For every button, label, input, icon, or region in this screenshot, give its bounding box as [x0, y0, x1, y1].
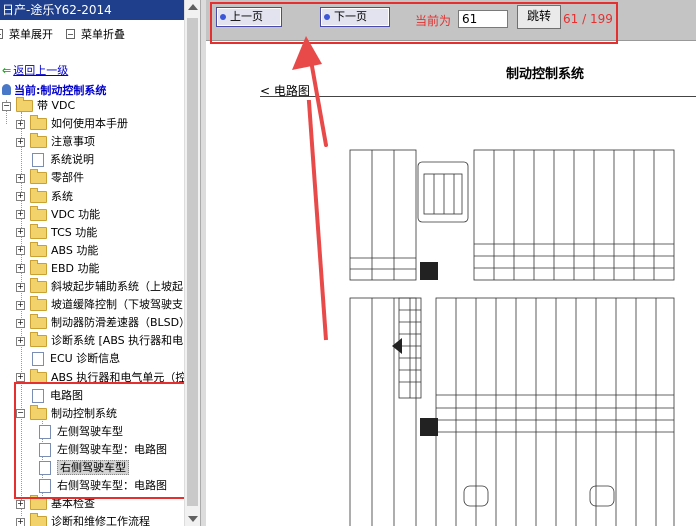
expand-plus-icon[interactable]: +	[16, 373, 25, 382]
tree-item[interactable]: + 斜坡起步辅助系统（上坡起	[16, 278, 183, 296]
expand-plus-icon[interactable]: +	[16, 264, 25, 274]
tree-item-label: 基本检查	[51, 497, 95, 511]
tree-item[interactable]: + 如何使用本手册	[16, 115, 128, 133]
tree-scrollbar[interactable]	[184, 0, 201, 526]
folder-icon	[30, 296, 47, 312]
expand-plus-icon[interactable]: +	[16, 336, 25, 346]
back-link[interactable]: ⇐ 返回上一级	[2, 62, 68, 78]
tree-item-label: 系统说明	[50, 153, 94, 167]
folder-icon	[30, 278, 47, 293]
folder-icon	[30, 314, 47, 330]
tree-item-label: ABS 功能	[51, 243, 99, 257]
expand-plus-icon[interactable]: +	[16, 282, 25, 292]
folder-icon	[30, 259, 47, 275]
tree-item-label: 诊断系统 [ABS 执行器和电	[51, 334, 184, 348]
back-arrow-icon: ⇐	[2, 64, 12, 77]
folder-icon	[30, 205, 47, 221]
tree-item-label: 零部件	[51, 171, 84, 185]
tree-item-label: 如何使用本手册	[51, 117, 128, 131]
tree-item[interactable]: + 零部件	[16, 169, 84, 187]
scroll-thumb[interactable]	[187, 18, 198, 506]
expand-icon	[0, 29, 3, 39]
folder-icon	[30, 115, 47, 131]
tree-item-label: EBD 功能	[51, 261, 100, 275]
document-icon	[32, 352, 44, 367]
expand-plus-icon[interactable]: +	[16, 119, 25, 129]
tree-item[interactable]: + 诊断和维修工作流程	[16, 513, 150, 526]
folder-icon	[16, 97, 33, 112]
location-icon	[2, 84, 11, 95]
tree-item-label: TCS 功能	[51, 225, 98, 239]
tree-item-label: 诊断和维修工作流程	[51, 515, 150, 526]
highlight-box-tree	[14, 382, 184, 499]
tree-item[interactable]: + 诊断系统 [ABS 执行器和电	[16, 332, 183, 350]
expand-plus-icon[interactable]: +	[16, 517, 25, 526]
current-location-label: 当前:制动控制系统	[14, 84, 107, 97]
tree-pane: 日产-途乐Y62-2014 菜单展开 菜单折叠 ⇐ 返回上一级 当前:制动控制系统…	[0, 0, 184, 526]
tree-item-label: 带 VDC	[37, 99, 76, 112]
tree-item[interactable]: + 坡道缓降控制（下坡驾驶支	[16, 296, 183, 314]
expand-plus-icon[interactable]: +	[16, 228, 25, 238]
folder-icon	[30, 187, 47, 203]
current-location: 当前:制动控制系统	[2, 82, 106, 98]
collapse-menu-label: 菜单折叠	[81, 28, 125, 41]
tree-item[interactable]: + TCS 功能	[16, 223, 98, 242]
expand-plus-icon[interactable]: +	[16, 137, 25, 147]
collapse-icon	[66, 29, 75, 39]
expand-menu-label: 菜单展开	[9, 28, 53, 41]
folder-icon	[30, 169, 47, 185]
expand-plus-icon[interactable]: +	[16, 210, 25, 220]
expand-menu-button[interactable]: 菜单展开	[0, 26, 53, 42]
tree-item-label: 注意事项	[51, 135, 95, 149]
expand-plus-icon[interactable]: +	[16, 318, 25, 328]
tree-item-label: 坡道缓降控制（下坡驾驶支	[51, 298, 183, 312]
tree-item[interactable]: + EBD 功能	[16, 259, 100, 278]
collapse-minus-icon[interactable]: −	[2, 101, 11, 111]
tree-item[interactable]: + 系统	[16, 187, 73, 206]
tree-item[interactable]: + 注意事项	[16, 133, 95, 151]
document-icon	[32, 153, 44, 168]
tree-item-label: 制动器防滑差速器（BLSD）	[51, 316, 184, 330]
folder-icon	[30, 241, 47, 257]
tree-item-label: 斜坡起步辅助系统（上坡起	[51, 280, 183, 293]
tree-item[interactable]: ECU 诊断信息	[16, 350, 120, 368]
annotation-arrow-overlay	[292, 36, 328, 147]
folder-icon	[30, 223, 47, 239]
tree-item-label: 系统	[51, 189, 73, 203]
expand-plus-icon[interactable]: +	[16, 246, 25, 256]
expand-plus-icon[interactable]: +	[16, 499, 25, 509]
window-title: 日产-途乐Y62-2014	[0, 0, 184, 20]
tree-item[interactable]: + ABS 功能	[16, 241, 99, 260]
collapse-menu-button[interactable]: 菜单折叠	[66, 26, 125, 42]
scroll-down-icon[interactable]	[188, 516, 198, 522]
expand-plus-icon[interactable]: +	[16, 192, 25, 201]
document-pane: 上一页 下一页 当前为 跳转 61 / 199 制动控制系统 < 电路图	[206, 0, 696, 526]
expand-plus-icon[interactable]: +	[16, 300, 25, 310]
tree-item[interactable]: − 带 VDC	[2, 97, 75, 115]
back-label: 返回上一级	[13, 64, 69, 77]
expand-plus-icon[interactable]: +	[16, 173, 25, 183]
tree-item[interactable]: 系统说明	[16, 151, 94, 169]
folder-icon	[30, 513, 47, 526]
tree-item-label: VDC 功能	[51, 207, 101, 221]
folder-icon	[30, 332, 47, 348]
tree-item[interactable]: + 制动器防滑差速器（BLSD）	[16, 314, 184, 332]
tree-item[interactable]: + VDC 功能	[16, 205, 101, 224]
folder-icon	[30, 133, 47, 149]
folder-icon	[30, 495, 47, 511]
tree-item-label: ECU 诊断信息	[50, 352, 121, 366]
scroll-up-icon[interactable]	[188, 4, 198, 10]
